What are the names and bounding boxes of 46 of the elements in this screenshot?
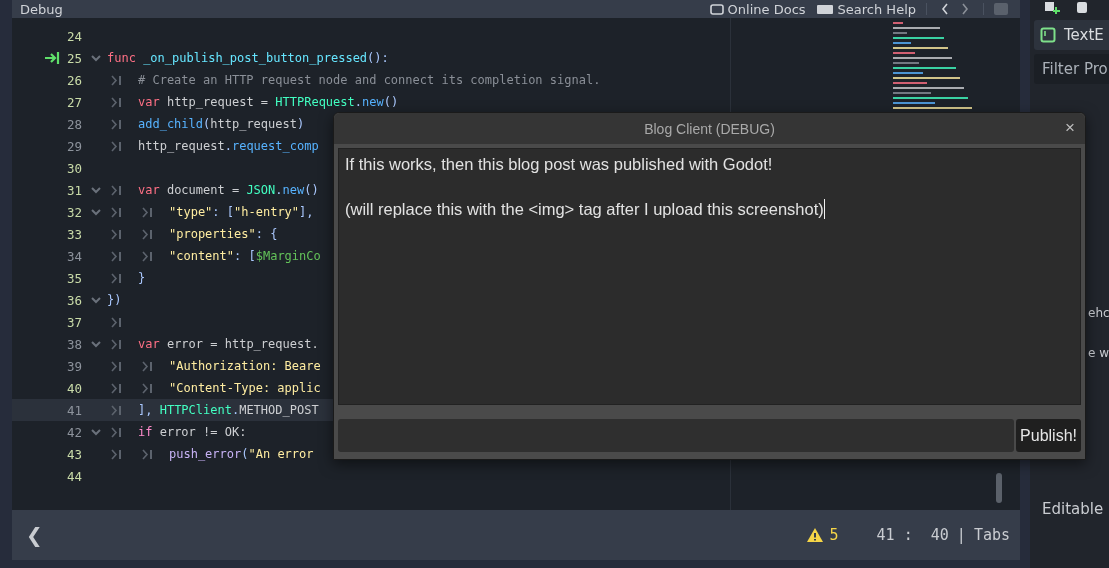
line-number: 41 [65,402,82,418]
code-line: add_child(http_request) [138,117,305,131]
code-line: } [138,271,146,285]
code-line: ], HTTPClient.METHOD_POST [138,403,319,417]
code-line: var error = http_request. [138,337,319,351]
separator-text: | [956,526,966,544]
code-line: push_error("An error [169,447,314,461]
line-number: 24 [65,28,82,44]
line-number: 39 [65,358,82,374]
line-number: 28 [65,116,82,132]
cursor-position: 41 : 40 [876,526,949,544]
code-line: # Create an HTTP request node and connect its completion signal. [138,73,601,87]
code-line: var document = JSON.new() [138,183,319,197]
line-number: 30 [65,160,82,176]
text-line: (will replace this with the <img> tag after I upload this screenshot) [345,199,826,219]
code-line: if error != OK: [138,425,247,439]
line-number: 31 [65,182,82,198]
code-line: "type": ["h-entry"], [169,205,314,219]
line-number: 38 [65,336,82,352]
line-number: 37 [65,314,82,330]
line-number: 32 [65,204,82,220]
line-number: 34 [65,248,82,264]
code-line: var http_request = HTTPRequest.new() [138,95,399,109]
line-number: 26 [65,72,82,88]
line-number: 36 [65,292,82,308]
code-line: }) [107,293,122,307]
window-title: Blog Client (DEBUG) [644,120,775,137]
line-number: 27 [65,94,82,110]
line-number: 29 [65,138,82,154]
code-line: "properties": { [169,227,278,241]
line-number: 43 [65,446,82,462]
line-number: 33 [65,226,82,242]
property-label: e w [1087,346,1109,360]
line-number: 44 [65,468,82,484]
code-line: func _on_publish_post_button_pressed(): [107,51,389,65]
text-line: If this works, then this blog post was published with Godot! [345,155,774,174]
line-number: 42 [65,424,82,440]
code-line: http_request.request_comp [138,139,319,153]
property-label: Editable [1041,500,1105,518]
line-number: 40 [65,380,82,396]
property-label: ehc [1087,306,1109,320]
line-number: 25 [65,50,82,66]
code-line: "Content-Type: applic [169,381,321,395]
code-line: "content": [$MarginCo [169,249,321,263]
line-number: 35 [65,270,82,286]
code-line: "Authorization: Beare [169,359,321,373]
